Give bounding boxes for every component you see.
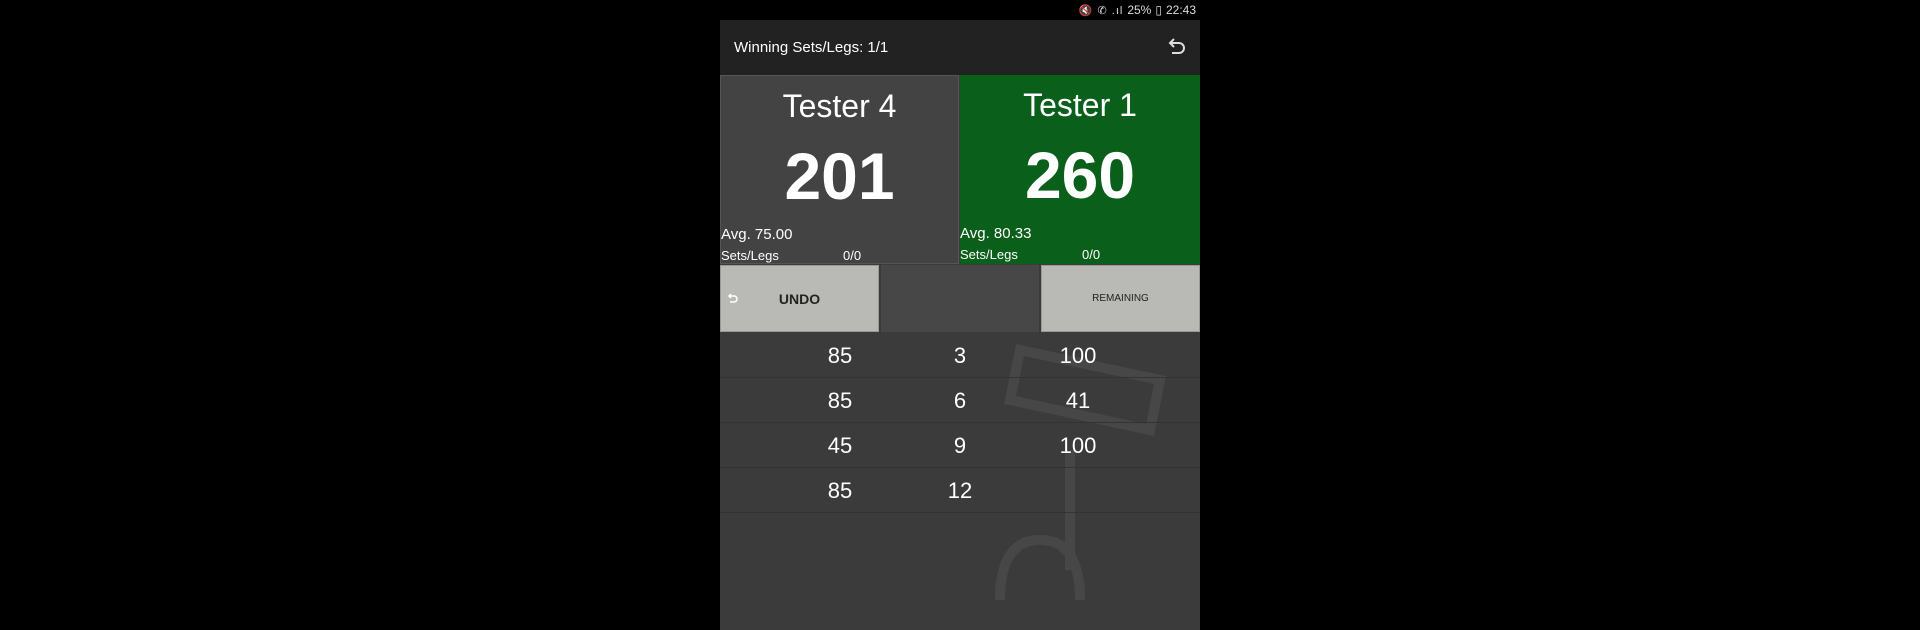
undo-arrow-icon[interactable]	[1162, 34, 1190, 62]
left-player-score: 85	[827, 388, 853, 413]
toolbar: Winning Sets/Legs: 1/1	[720, 20, 1200, 75]
history-row: 45 9 100	[720, 423, 1200, 468]
right-player-score: 100	[1059, 343, 1097, 368]
sets-legs-label: Sets/Legs	[721, 248, 779, 263]
player-name: Tester 4	[782, 88, 897, 124]
battery-icon: ▯	[1155, 3, 1162, 17]
player-card-tester-1: Tester 1 260 Avg. 80.33 Sets/Legs 0/0	[960, 75, 1200, 264]
dart-count: 3	[953, 343, 967, 368]
remaining-button[interactable]: REMAINING	[1041, 265, 1200, 332]
left-player-score: 85	[827, 478, 853, 503]
player-average: Avg. 80.33	[960, 225, 1032, 242]
score-input-display[interactable]	[881, 265, 1039, 332]
status-icons: 🔇 ✆ .ıl	[1078, 4, 1124, 17]
left-player-score: 85	[827, 343, 853, 368]
player-score: 260	[1024, 138, 1136, 212]
page-title: Winning Sets/Legs: 1/1	[734, 39, 889, 56]
undo-label: UNDO	[778, 290, 821, 307]
sets-legs-value: 0/0	[1082, 247, 1101, 262]
dart-count: 9	[953, 433, 967, 458]
app-screen: Winning Sets/Legs: 1/1 Tester 4 201 Avg.…	[720, 20, 1200, 630]
dart-count: 12	[947, 478, 973, 503]
history-row: 85 6 41	[720, 378, 1200, 423]
right-player-score: 41	[1065, 388, 1091, 413]
player-card-tester-4: Tester 4 201 Avg. 75.00 Sets/Legs 0/0	[720, 75, 959, 264]
battery-level: 25%	[1127, 3, 1152, 17]
right-player-score: 100	[1059, 433, 1097, 458]
left-player-score: 45	[827, 433, 853, 458]
status-bar: 🔇 ✆ .ıl 25% ▯ 22:43	[720, 0, 1200, 20]
player-panels: Tester 4 201 Avg. 75.00 Sets/Legs 0/0 Te…	[720, 75, 1200, 264]
player-average: Avg. 75.00	[721, 226, 793, 243]
sets-legs-value: 0/0	[843, 248, 862, 263]
clock: 22:43	[1165, 3, 1196, 17]
sets-legs-label: Sets/Legs	[960, 247, 1018, 262]
score-history: 85 3 100 85 6 41 45 9 100 85 12	[720, 333, 1200, 513]
remaining-label: REMAINING	[1092, 293, 1149, 304]
history-row: 85 3 100	[720, 333, 1200, 378]
dart-count: 6	[953, 388, 967, 413]
player-score: 201	[784, 139, 895, 213]
controls: UNDO REMAINING	[720, 265, 1200, 333]
player-name: Tester 1	[1023, 87, 1137, 123]
undo-button[interactable]: UNDO	[720, 265, 879, 332]
history-row: 85 12	[720, 468, 1200, 513]
